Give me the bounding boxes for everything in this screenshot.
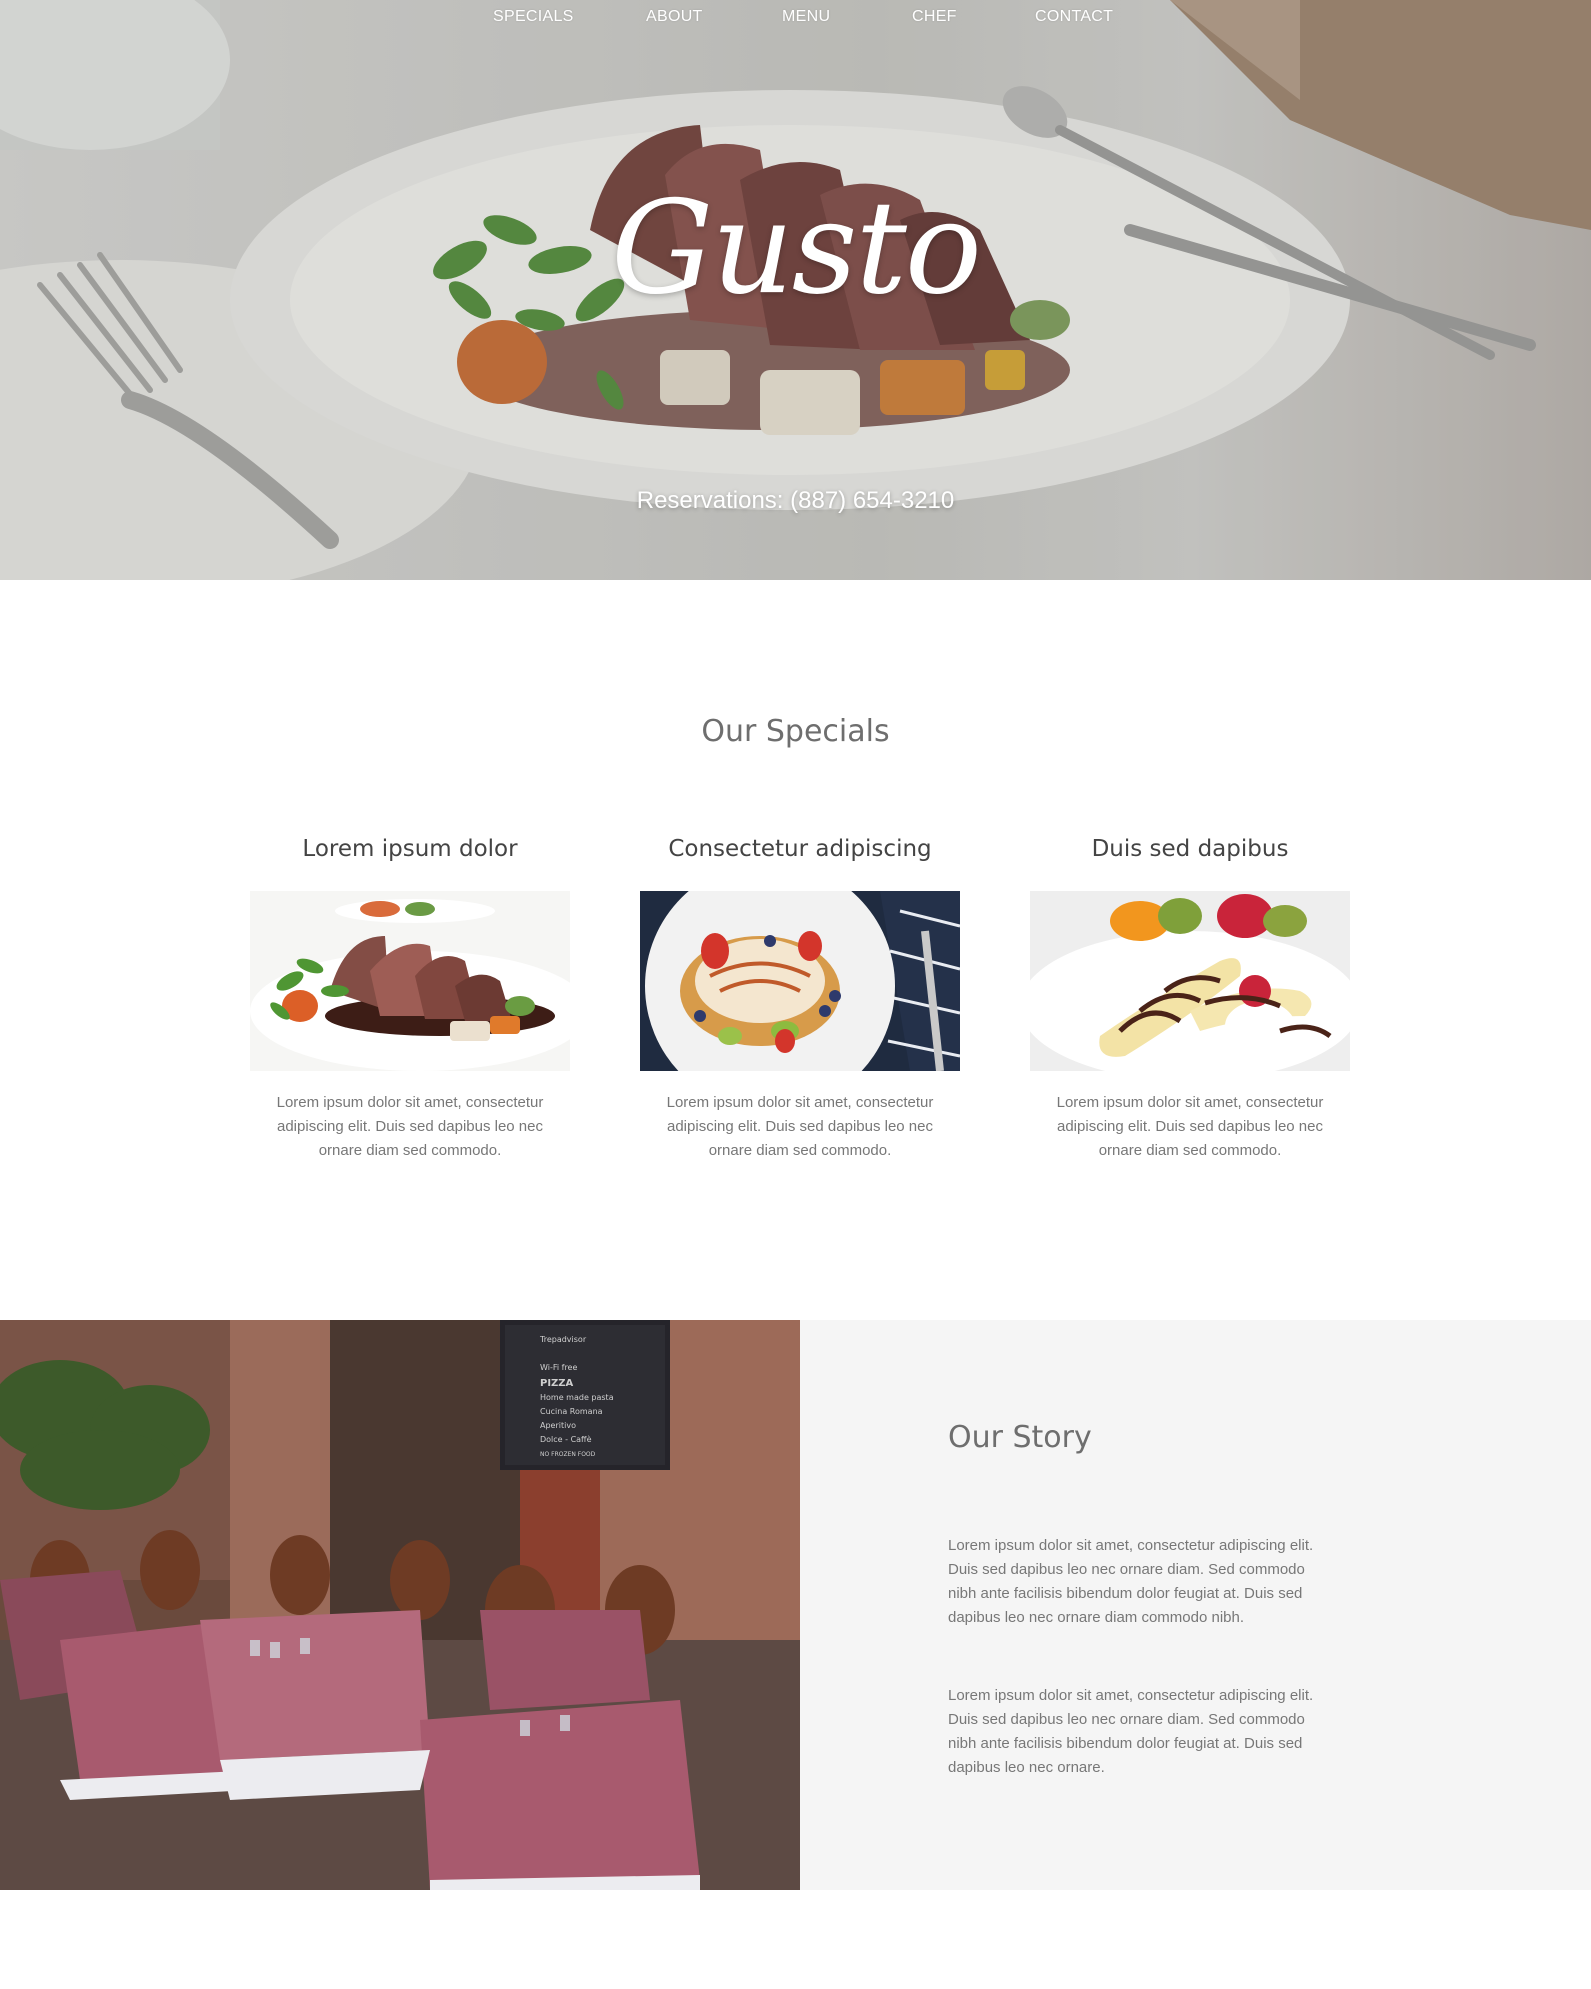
restaurant-terrace-image: Trepadvisor Wi-Fi free PIZZA Home made p… (0, 1320, 800, 1890)
steak-dish-image (250, 891, 570, 1071)
special-card-description: Lorem ipsum dolor sit amet, consectetur … (666, 1094, 934, 1159)
reservations-phone: Reservations: (887) 654-3210 (636, 487, 955, 514)
special-card: Consectetur adipiscing Lorem ipsum dolor… (640, 836, 960, 1163)
nav-specials[interactable]: SPECIALS (493, 8, 574, 26)
banana-dessert-image (1030, 891, 1350, 1071)
chalkboard-line: Aperitivo (540, 1421, 576, 1430)
special-card: Lorem ipsum dolor Lorem ipsum dolor sit … (250, 836, 570, 1163)
nav-chef[interactable]: CHEF (912, 8, 957, 26)
nav-contact[interactable]: CONTACT (1035, 8, 1113, 26)
nav-about[interactable]: ABOUT (646, 8, 703, 26)
chalkboard-line: Wi-Fi free (540, 1363, 577, 1372)
special-card: Duis sed dapibus Lorem ipsum dolor sit a… (1030, 836, 1350, 1163)
special-card-title: Consectetur adipiscing (668, 836, 932, 862)
pancake-dessert-image (640, 891, 960, 1071)
story-panel: Our Story Lorem ipsum dolor sit amet, co… (800, 1320, 1591, 1890)
specials-section: Our Specials Lorem ipsum dolor Lorem ips… (0, 580, 1591, 1320)
hero-section: SPECIALS ABOUT MENU CHEF CONTACT Gusto R… (0, 0, 1591, 580)
story-title: Our Story (948, 1420, 1092, 1455)
story-paragraph: Lorem ipsum dolor sit amet, consectetur … (948, 1537, 1314, 1626)
nav-menu[interactable]: MENU (782, 8, 830, 26)
special-card-title: Duis sed dapibus (1091, 836, 1289, 862)
chalkboard-line: NO FROZEN FOOD (540, 1451, 596, 1458)
chalkboard-line: Trepadvisor (539, 1335, 587, 1344)
brand-logo: Gusto (611, 174, 982, 323)
chalkboard-line: Dolce - Caffè (540, 1434, 592, 1444)
special-card-description: Lorem ipsum dolor sit amet, consectetur … (1056, 1094, 1324, 1159)
chalkboard-line: Cucina Romana (540, 1407, 603, 1416)
story-section: Trepadvisor Wi-Fi free PIZZA Home made p… (0, 1320, 1591, 1890)
chalkboard-line: Home made pasta (540, 1393, 614, 1402)
chalkboard-line: PIZZA (540, 1378, 574, 1389)
story-paragraph: Lorem ipsum dolor sit amet, consectetur … (948, 1687, 1314, 1776)
special-card-description: Lorem ipsum dolor sit amet, consectetur … (276, 1094, 544, 1159)
special-card-title: Lorem ipsum dolor (302, 836, 518, 862)
specials-title: Our Specials (701, 714, 890, 749)
